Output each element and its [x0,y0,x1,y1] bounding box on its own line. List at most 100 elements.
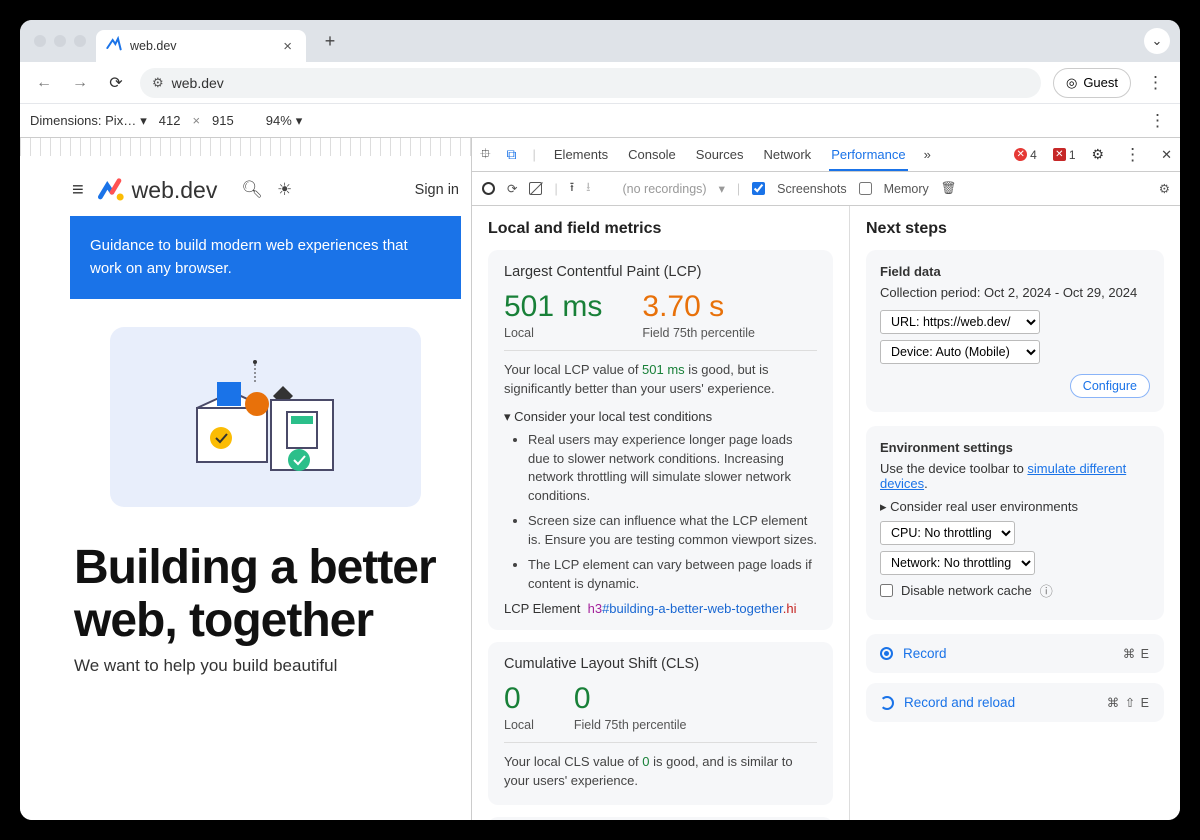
next-heading: Next steps [866,220,1164,238]
close-icon[interactable]: × [279,38,296,55]
close-devtools-icon[interactable]: ✕ [1161,147,1172,163]
scaled-page: ≡ web.dev 🔍︎ ☀ Sign in Guidance to build… [20,156,471,676]
new-tab-button[interactable]: + [316,27,344,55]
back-button[interactable]: ← [32,71,56,95]
warning-count[interactable]: ✕1 [1053,148,1076,162]
clear-icon[interactable] [529,182,542,195]
recordings-dropdown[interactable]: (no recordings) [623,182,707,196]
sign-in-link[interactable]: Sign in [415,182,459,198]
record-shortcut: ⌘ E [1123,646,1150,661]
reload-record-icon[interactable]: ⟳ [507,181,517,196]
field-data-heading: Field data [880,264,1150,279]
cls-field-value: 0 [574,682,687,716]
record-icon[interactable] [482,182,495,195]
dimensions-dropdown[interactable]: Dimensions: Pix…▾ [30,113,147,129]
search-icon[interactable]: 🔍︎ [241,180,263,200]
record-reload-button[interactable]: Record and reload ⌘ ⇧ E [866,683,1164,722]
field-data-card: Field data Collection period: Oct 2, 202… [866,250,1164,412]
logo-icon [98,176,126,204]
viewport-height[interactable]: 915 [212,113,234,128]
tab-console[interactable]: Console [626,147,678,162]
chevron-down-icon[interactable]: ⌄ [1144,28,1170,54]
inspect-icon[interactable]: ⯐ [480,143,491,167]
memory-label: Memory [884,182,929,196]
configure-button[interactable]: Configure [1070,374,1150,398]
browser-tab-bar: web.dev × + ⌄ [20,20,1180,62]
screenshots-label: Screenshots [777,182,846,196]
upload-icon[interactable]: ⭱ [570,178,574,199]
main-split: ≡ web.dev 🔍︎ ☀ Sign in Guidance to build… [20,138,1180,820]
url-text: web.dev [172,75,224,91]
lcp-element-row[interactable]: LCP Element h3#building-a-better-web-tog… [504,601,817,616]
tab-network[interactable]: Network [762,147,814,162]
page-header: ≡ web.dev 🔍︎ ☀ Sign in [70,170,461,210]
consider-toggle[interactable]: ▸ Consider real user environments [880,499,1150,515]
metrics-column: Local and field metrics Largest Contentf… [472,206,850,820]
favicon-icon [106,36,122,57]
forward-button: → [68,71,92,95]
perf-settings-icon[interactable]: ⚙ [1159,181,1170,196]
lcp-local-value: 501 ms [504,290,602,324]
error-count[interactable]: ✕4 [1014,148,1037,162]
reload-icon [880,696,894,710]
viewport-width[interactable]: 412 [159,113,181,128]
disable-cache-checkbox[interactable] [880,584,893,597]
record-label: Record [903,646,947,661]
theme-icon[interactable]: ☀ [277,180,292,200]
page-headline: Building a better web, together [70,515,461,657]
device-select[interactable]: Device: Auto (Mobile) [880,340,1040,364]
help-icon[interactable]: ⓘ [1040,581,1053,600]
download-icon[interactable]: ⭳ [586,178,590,199]
record-reload-label: Record and reload [904,695,1015,710]
url-select[interactable]: URL: https://web.dev/ [880,310,1040,334]
device-menu-icon[interactable]: ⋮ [1145,111,1170,131]
screenshots-checkbox[interactable] [752,182,765,195]
lcp-description: Your local LCP value of 501 ms is good, … [504,361,817,399]
lcp-field-value: 3.70 s [642,290,755,324]
menu-icon[interactable]: ≡ [72,179,84,202]
lcp-bullets: Real users may experience longer page lo… [504,431,817,594]
lcp-card: Largest Contentful Paint (LCP) 501 msLoc… [488,250,833,630]
cls-title: Cumulative Layout Shift (CLS) [504,656,817,672]
tab-elements[interactable]: Elements [552,147,610,162]
more-tabs-icon[interactable]: » [924,147,931,162]
tab-sources[interactable]: Sources [694,147,746,162]
lcp-field-label: Field 75th percentile [642,326,755,340]
lcp-bullet: Screen size can influence what the LCP e… [528,512,817,550]
environment-hint: Use the device toolbar to simulate diffe… [880,461,1150,491]
lcp-details-toggle[interactable]: ▾ Consider your local test conditions [504,409,817,425]
record-button[interactable]: Record ⌘ E [866,634,1164,673]
cpu-throttle-select[interactable]: CPU: No throttling [880,521,1015,545]
logo[interactable]: web.dev [98,176,218,204]
tab-title: web.dev [130,39,271,53]
record-dot-icon [880,647,893,660]
environment-heading: Environment settings [880,440,1150,455]
tune-icon[interactable]: ⚙ [152,75,164,91]
reload-button[interactable]: ⟳ [104,71,128,95]
kebab-icon[interactable]: ⋮ [1143,73,1168,93]
hero-illustration [110,327,421,507]
zoom-dropdown[interactable]: 94%▾ [266,113,303,129]
inp-card: Interaction to Next Paint (INP) [488,817,833,820]
performance-toolbar: ⟳ | ⭱ ⭳ (no recordings) ▾ | Screenshots … [472,172,1180,206]
lcp-title: Largest Contentful Paint (LCP) [504,264,817,280]
network-throttle-select[interactable]: Network: No throttling [880,551,1035,575]
gear-icon[interactable]: ⚙ [1092,146,1105,163]
device-toolbar: Dimensions: Pix…▾ 412 × 915 94%▾ ⋮ [20,104,1180,138]
collection-period: Collection period: Oct 2, 2024 - Oct 29,… [880,285,1150,300]
cls-local-value: 0 [504,682,534,716]
browser-tab[interactable]: web.dev × [96,30,306,62]
profile-button[interactable]: ◎ Guest [1053,68,1131,98]
traffic-lights[interactable] [34,35,86,47]
tab-performance[interactable]: Performance [829,147,907,171]
rendered-page-pane: ≡ web.dev 🔍︎ ☀ Sign in Guidance to build… [20,138,472,820]
device-toggle-icon[interactable]: ⧉ [507,146,517,163]
url-input[interactable]: ⚙ web.dev [140,68,1041,98]
page-subtext: We want to help you build beautiful [70,656,461,676]
devtools-menu-icon[interactable]: ⋮ [1120,145,1145,165]
memory-checkbox[interactable] [859,182,872,195]
trash-icon[interactable]: 🗑 [941,181,957,196]
cls-card: Cumulative Layout Shift (CLS) 0Local 0Fi… [488,642,833,805]
person-icon: ◎ [1066,75,1077,91]
logo-text: web.dev [132,177,218,204]
